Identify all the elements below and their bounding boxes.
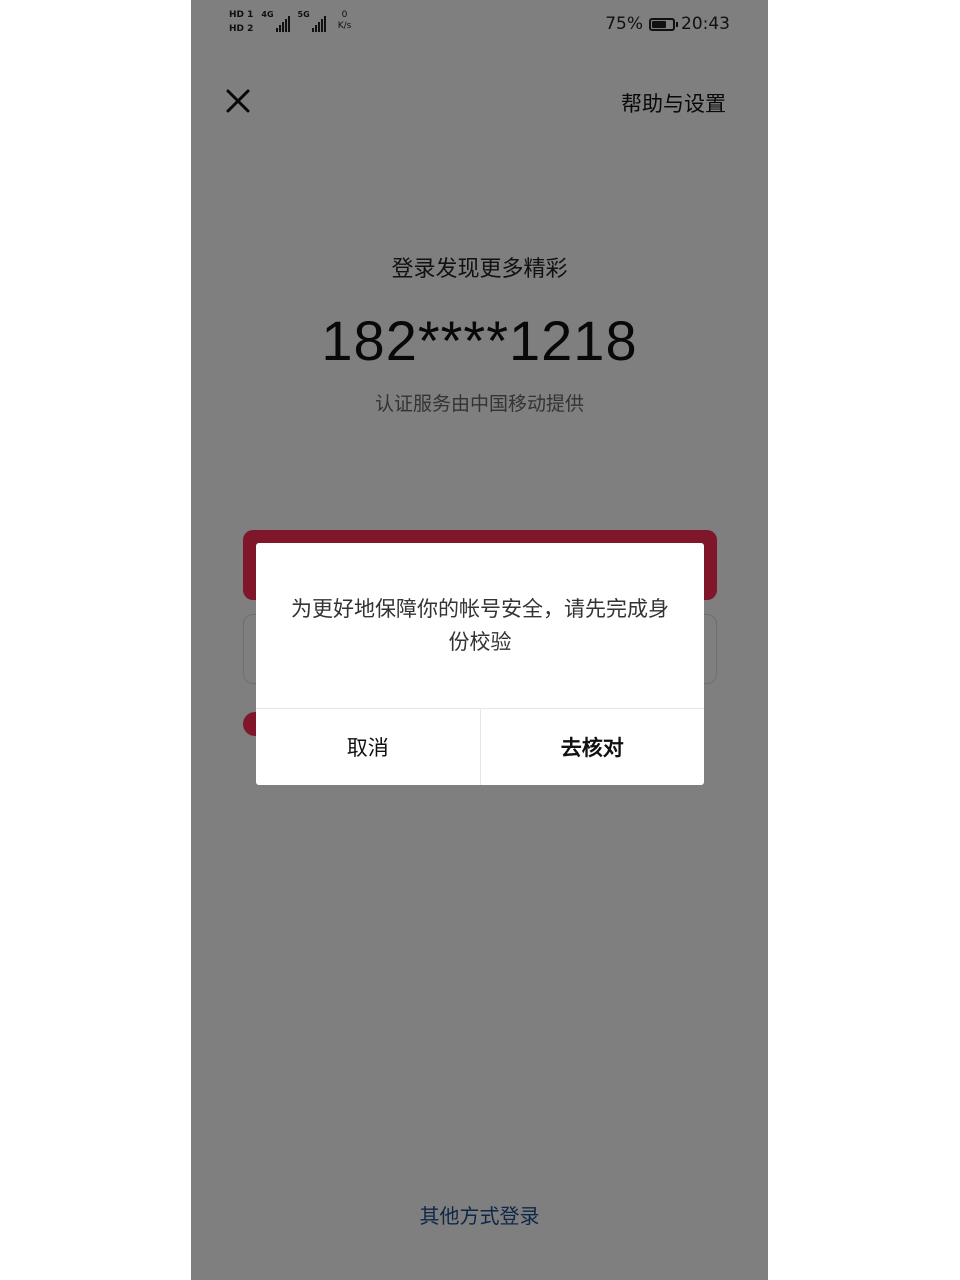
verify-dialog: 为更好地保障你的帐号安全，请先完成身份校验 取消 去核对	[256, 543, 704, 785]
cancel-button[interactable]: 取消	[256, 709, 481, 785]
dialog-message: 为更好地保障你的帐号安全，请先完成身份校验	[291, 597, 669, 654]
verify-button[interactable]: 去核对	[481, 709, 705, 785]
dialog-actions: 取消 去核对	[256, 708, 704, 785]
phone-screen: HD 1 HD 2 4G 5G 0 K/s 75% 20:43	[191, 0, 768, 1280]
